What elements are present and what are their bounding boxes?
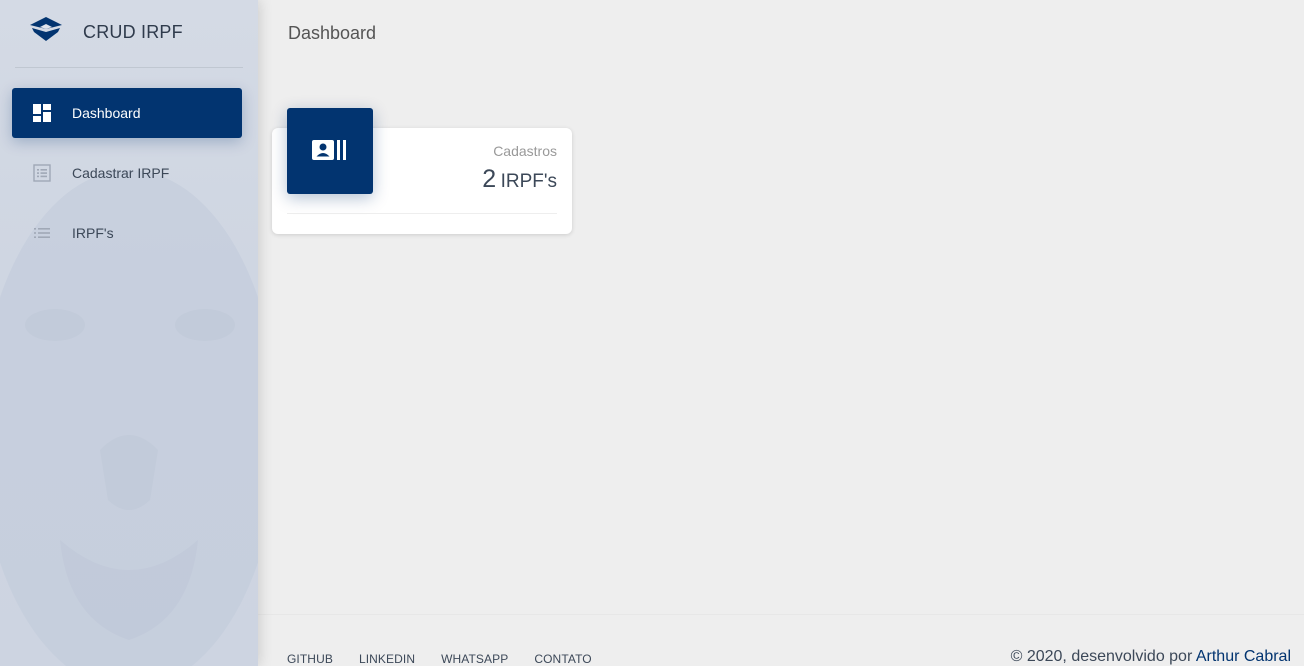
brand-title: CRUD IRPF [83,22,183,42]
card-category: Cadastros [493,143,557,159]
sidebar: CRUD IRPF Dashboard Cadastrar IRPF IRPF'… [0,0,258,666]
footer-link-github[interactable]: GITHUB [287,652,333,666]
footer: GITHUB LINKEDIN WHATSAPP CONTATO © 2020, de… [258,614,1304,666]
copyright: © 2020, desenvolvido por Arthur Cabral [1011,648,1291,666]
brand-divider [15,67,243,68]
list-icon [34,228,50,238]
stats-card-icon-header [287,108,373,194]
receita-logo-icon [30,17,62,41]
card-value: 2 IRPF's [482,165,557,194]
sidebar-item-label: Cadastrar IRPF [72,165,170,181]
card-divider [287,213,557,214]
sidebar-item-dashboard[interactable]: Dashboard [12,88,242,138]
copyright-text: © 2020, desenvolvido por [1010,648,1193,665]
sidebar-item-label: IRPF's [72,225,114,241]
list-alt-icon [33,164,51,182]
card-unit: IRPF's [500,171,557,192]
footer-links: GITHUB LINKEDIN WHATSAPP CONTATO [287,650,618,666]
brand[interactable]: CRUD IRPF [0,0,258,68]
contact-card-icon [312,140,346,160]
sidebar-item-cadastrar-irpf[interactable]: Cadastrar IRPF [12,148,242,198]
sidebar-item-label: Dashboard [72,105,141,121]
page-title[interactable]: Dashboard [288,23,376,44]
dashboard-icon [33,104,51,122]
main-panel: Dashboard Cadastros 2 IRPF's GITHUB LINKE… [258,0,1304,666]
author-link[interactable]: Arthur Cabral [1196,648,1291,665]
footer-link-contato[interactable]: CONTATO [534,652,591,666]
footer-link-whatsapp[interactable]: WHATSAPP [441,652,508,666]
footer-link-linkedin[interactable]: LINKEDIN [359,652,415,666]
card-count: 2 [482,165,497,193]
sidebar-item-irpfs[interactable]: IRPF's [12,208,242,258]
